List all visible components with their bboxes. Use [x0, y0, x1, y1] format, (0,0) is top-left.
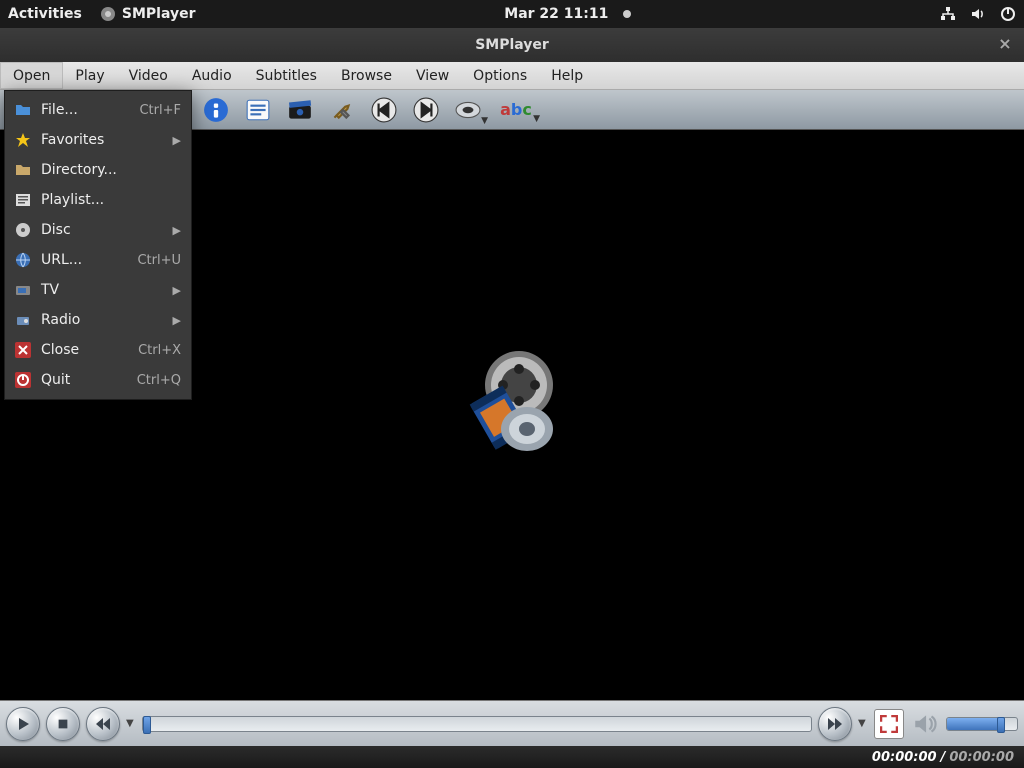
open-menu-url[interactable]: URL... Ctrl+U — [5, 245, 191, 275]
forward-button[interactable] — [818, 707, 852, 741]
tool-playlist-icon[interactable] — [244, 96, 272, 124]
tool-subtitles-abc-icon[interactable]: abc ▼ — [496, 96, 536, 124]
menu-audio[interactable]: Audio — [180, 62, 244, 89]
menu-item-label: Close — [41, 342, 128, 358]
open-menu-radio[interactable]: Radio ▶ — [5, 305, 191, 335]
menu-item-label: Playlist... — [41, 192, 181, 208]
menu-item-label: File... — [41, 102, 129, 118]
menu-item-label: Radio — [41, 312, 163, 328]
disc-icon — [15, 222, 31, 238]
time-total: 00:00:00 — [949, 750, 1014, 765]
stop-button[interactable] — [46, 707, 80, 741]
window-title: SMPlayer — [475, 37, 549, 53]
smplayer-appicon — [100, 6, 116, 22]
rewind-dropdown-icon[interactable]: ▼ — [126, 718, 136, 729]
tool-next-chapter-icon[interactable] — [412, 96, 440, 124]
topbar-app-label: SMPlayer — [122, 6, 196, 22]
quit-icon — [15, 372, 31, 388]
tool-aspect-icon[interactable]: ▼ — [454, 96, 482, 124]
menu-browse[interactable]: Browse — [329, 62, 404, 89]
window-titlebar[interactable]: SMPlayer × — [0, 28, 1024, 62]
volume-slider[interactable] — [946, 717, 1018, 731]
tool-prev-chapter-icon[interactable] — [370, 96, 398, 124]
menu-item-label: Directory... — [41, 162, 181, 178]
star-icon — [15, 132, 31, 148]
topbar-app[interactable]: SMPlayer — [100, 6, 196, 22]
radio-icon — [15, 312, 31, 328]
folder-icon — [15, 102, 31, 118]
menu-open[interactable]: Open — [0, 62, 63, 89]
tool-clapper-icon[interactable] — [286, 96, 314, 124]
topbar-clock[interactable]: Mar 22 11:11 — [504, 6, 608, 22]
time-separator: / — [941, 750, 946, 765]
menu-help[interactable]: Help — [539, 62, 595, 89]
play-button[interactable] — [6, 707, 40, 741]
menu-item-accel: Ctrl+U — [137, 253, 181, 268]
volume-fill — [947, 718, 999, 730]
open-menu-directory[interactable]: Directory... — [5, 155, 191, 185]
menu-item-accel: Ctrl+Q — [137, 373, 181, 388]
window-close-button[interactable]: × — [996, 36, 1014, 54]
forward-dropdown-icon[interactable]: ▼ — [858, 718, 868, 729]
menu-item-label: Quit — [41, 372, 127, 388]
submenu-arrow-icon: ▶ — [173, 134, 181, 147]
open-menu-tv[interactable]: TV ▶ — [5, 275, 191, 305]
network-icon[interactable] — [940, 6, 956, 22]
seek-slider[interactable] — [142, 716, 812, 732]
power-icon[interactable] — [1000, 6, 1016, 22]
menu-play[interactable]: Play — [63, 62, 116, 89]
menubar: Open Play Video Audio Subtitles Browse V… — [0, 62, 1024, 90]
tv-icon — [15, 282, 31, 298]
menu-video[interactable]: Video — [117, 62, 180, 89]
volume-thumb-icon[interactable] — [997, 717, 1005, 733]
submenu-arrow-icon: ▶ — [173, 224, 181, 237]
menu-item-label: Favorites — [41, 132, 163, 148]
menu-item-accel: Ctrl+F — [139, 103, 181, 118]
menu-subtitles[interactable]: Subtitles — [244, 62, 329, 89]
submenu-arrow-icon: ▶ — [173, 314, 181, 327]
notification-dot-icon[interactable] — [623, 10, 631, 18]
globe-icon — [15, 252, 31, 268]
menu-item-accel: Ctrl+X — [138, 343, 181, 358]
submenu-arrow-icon: ▶ — [173, 284, 181, 297]
rewind-button[interactable] — [86, 707, 120, 741]
directory-icon — [15, 162, 31, 178]
status-bar: 00:00:00 / 00:00:00 — [0, 746, 1024, 768]
control-bar: ▼ ▼ — [0, 700, 1024, 746]
tool-open-file-icon[interactable] — [202, 96, 230, 124]
menu-item-label: Disc — [41, 222, 163, 238]
open-menu-quit[interactable]: Quit Ctrl+Q — [5, 365, 191, 395]
mute-button[interactable] — [910, 710, 940, 738]
fullscreen-button[interactable] — [874, 709, 904, 739]
open-menu-dropdown: File... Ctrl+F Favorites ▶ Directory... … — [4, 90, 192, 400]
menu-item-label: TV — [41, 282, 163, 298]
open-menu-close[interactable]: Close Ctrl+X — [5, 335, 191, 365]
menu-view[interactable]: View — [404, 62, 461, 89]
tool-preferences-icon[interactable] — [328, 96, 356, 124]
menu-options[interactable]: Options — [461, 62, 539, 89]
playlist-icon — [15, 192, 31, 208]
seek-thumb-icon[interactable] — [143, 716, 151, 734]
menu-item-label: URL... — [41, 252, 127, 268]
volume-icon[interactable] — [970, 6, 986, 22]
gnome-topbar: Activities SMPlayer Mar 22 11:11 — [0, 0, 1024, 28]
smplayer-logo-icon — [447, 337, 577, 467]
close-icon — [15, 342, 31, 358]
open-menu-file[interactable]: File... Ctrl+F — [5, 95, 191, 125]
activities-button[interactable]: Activities — [8, 6, 82, 22]
open-menu-favorites[interactable]: Favorites ▶ — [5, 125, 191, 155]
open-menu-playlist[interactable]: Playlist... — [5, 185, 191, 215]
open-menu-disc[interactable]: Disc ▶ — [5, 215, 191, 245]
time-current: 00:00:00 — [872, 750, 937, 765]
